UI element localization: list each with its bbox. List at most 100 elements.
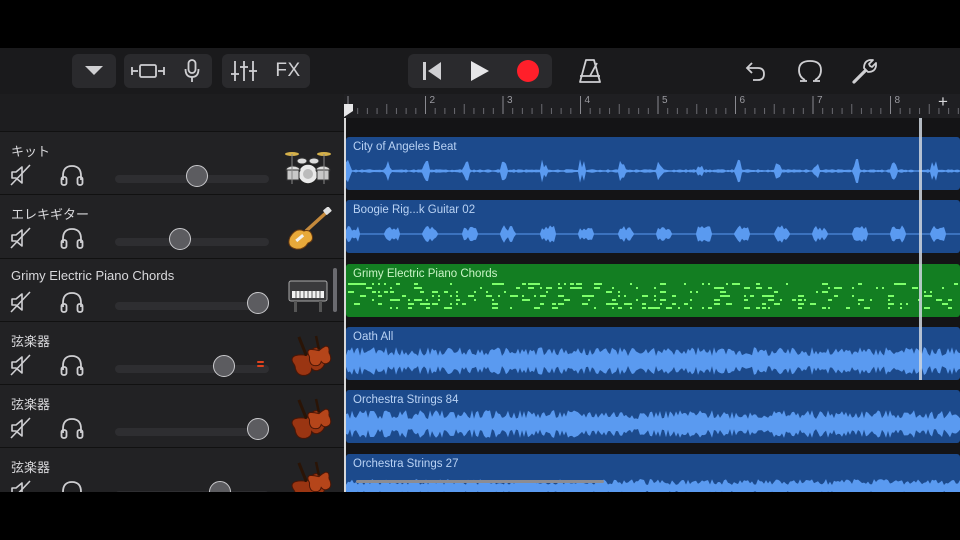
headphones-icon[interactable] [60,417,84,440]
ruler-strip [344,104,960,132]
track-header[interactable]: Grimy Electric Piano Chords [0,258,344,322]
bar-number: 3 [507,95,513,106]
fx-label: FX [275,60,301,81]
region-name: Grimy Electric Piano Chords [353,267,498,280]
midi-region[interactable]: Grimy Electric Piano Chords [346,263,960,317]
track-view-icon[interactable] [124,54,172,88]
drum-kit-icon[interactable] [284,144,332,188]
region-name: Boogie Rig...k Guitar 02 [353,204,476,217]
region-name: City of Angeles Beat [353,141,457,153]
volume-knob[interactable] [247,418,270,441]
headphones-icon[interactable] [60,164,84,186]
volume-knob[interactable] [213,354,236,377]
view-group [124,54,212,88]
toolbar: FX [0,48,960,94]
mixer-sliders-icon[interactable] [222,54,266,88]
track-header[interactable]: キット [0,132,344,196]
mute-icon[interactable] [10,354,32,376]
loop-browser-icon[interactable] [790,54,830,88]
header-spacer [0,94,344,132]
track-lane: Orchestra Strings 84 [344,385,960,448]
audio-region[interactable]: Orchestra Strings 84 [346,390,960,444]
mute-icon[interactable] [10,417,32,439]
track-lane: City of Angeles Beat [344,132,960,195]
volume-knob[interactable] [168,228,191,251]
track-lane: Grimy Electric Piano Chords [344,259,960,322]
track-name: 弦楽器 [11,333,51,349]
waveform [346,159,960,183]
track-header-column: キット エレキギター Grimy Electric Piano Chords 弦楽器弦… [0,94,344,492]
bar-number: 6 [739,95,746,106]
song-start-marker [344,118,346,492]
region-name: Oath All [353,330,394,343]
violin-icon[interactable] [284,460,332,492]
wrench-icon[interactable] [845,54,885,88]
mix-group: FX [222,54,310,88]
track-name: Grimy Electric Piano Chords [11,267,175,283]
track-name: キット [11,144,51,159]
audio-region[interactable]: Boogie Rig...k Guitar 02 [346,200,960,254]
track-list-scrollbar[interactable] [333,268,337,312]
track-lane: Oath All [344,322,960,385]
headphones-icon[interactable] [60,227,84,250]
bar-number: 2 [429,95,436,106]
microphone-icon[interactable] [172,54,212,88]
timeline: 2 3 4 5 6 7 8 + City of Angeles Beat Boogie Rig… [344,94,960,492]
timeline-scrollbar[interactable] [356,480,604,483]
mute-icon[interactable] [10,480,32,492]
volume-knob[interactable] [208,481,231,492]
mute-icon[interactable] [10,164,32,186]
waveform [346,410,960,439]
add-section-button[interactable]: + [938,94,948,112]
volume-knob[interactable] [247,291,270,314]
transport-group [408,54,552,88]
level-meter [257,360,265,374]
track-name: 弦楽器 [11,397,51,413]
volume-slider[interactable] [115,301,269,310]
electric-guitar-icon[interactable] [284,206,332,251]
bar-ruler[interactable]: 2 3 4 5 6 7 8 + [344,94,960,118]
letterbox-bottom [0,492,960,540]
track-lane: Boogie Rig...k Guitar 02 [344,195,960,258]
volume-slider[interactable] [115,364,269,373]
go-to-beginning-icon[interactable] [408,54,456,88]
audio-region[interactable]: City of Angeles Beat [346,137,960,190]
waveform [346,225,960,244]
audio-region[interactable]: Oath All [346,326,960,380]
volume-slider[interactable] [115,238,269,247]
headphones-icon[interactable] [60,480,84,492]
track-name: エレキギター [11,207,90,223]
undo-icon[interactable] [735,54,775,88]
tracks-menu-group [72,54,116,88]
mute-icon[interactable] [10,291,32,313]
headphones-icon[interactable] [60,354,84,376]
track-header[interactable]: 弦楽器 [0,321,344,386]
violin-icon[interactable] [284,397,332,441]
midi-notes [348,282,958,309]
audio-region[interactable]: Orchestra Strings 27 [346,453,960,492]
record-icon[interactable] [504,54,552,88]
letterbox-top [0,0,960,48]
mute-icon[interactable] [10,227,32,249]
fx-button[interactable]: FX [266,54,310,88]
track-lane: Orchestra Strings 27 [344,449,960,492]
track-header[interactable]: 弦楽器 [0,448,344,492]
track-header[interactable]: 弦楽器 [0,385,344,449]
bar-number: 7 [817,95,823,106]
metronome-icon[interactable] [570,54,610,88]
violin-icon[interactable] [284,334,332,378]
play-icon[interactable] [456,54,504,88]
bar-number: 5 [662,95,668,106]
volume-slider[interactable] [115,428,269,437]
electric-piano-icon[interactable] [284,271,332,315]
waveform [346,346,960,375]
region-name: Orchestra Strings 84 [353,394,459,407]
region-name: Orchestra Strings 27 [353,457,459,470]
bar-number: 4 [584,95,591,106]
volume-knob[interactable] [185,165,208,187]
track-header[interactable]: エレキギター [0,195,344,259]
bar-number: 8 [894,95,901,106]
headphones-icon[interactable] [60,291,84,313]
chevron-down-icon[interactable] [72,54,116,88]
playhead[interactable] [919,118,922,380]
